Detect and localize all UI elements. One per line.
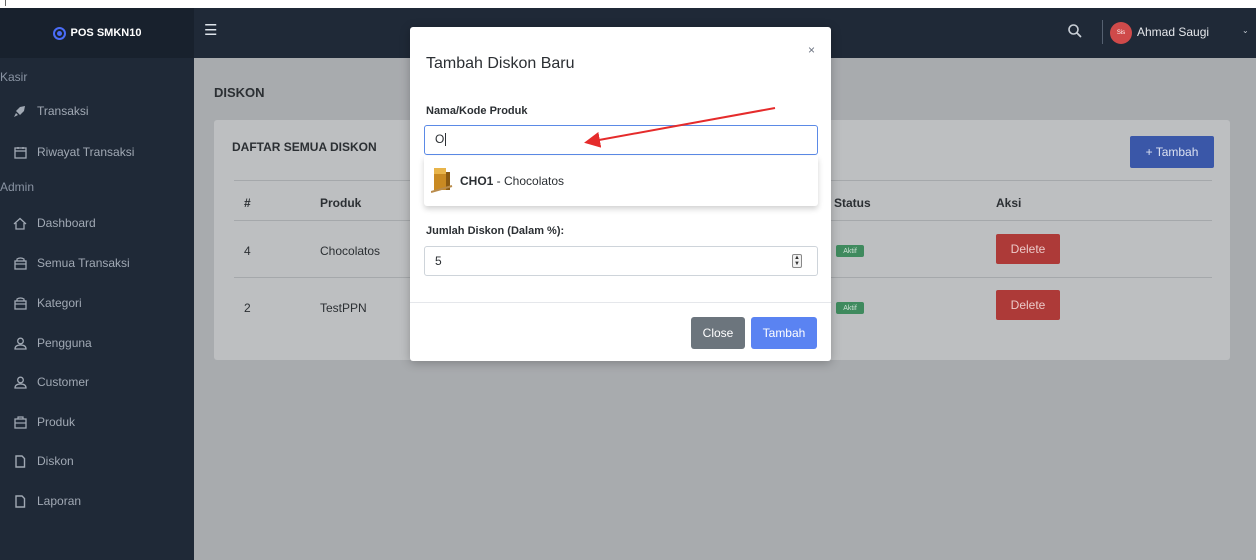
sidebar-item-label: Kategori: [37, 296, 82, 310]
product-search-input[interactable]: O: [424, 125, 818, 155]
modal-footer-divider: [410, 302, 831, 303]
sidebar-item-label: Riwayat Transaksi: [37, 145, 135, 159]
product-thumbnail-icon: [431, 168, 453, 193]
sidebar-item-riwayat-transaksi[interactable]: Riwayat Transaksi: [11, 143, 134, 161]
brand-name: POS SMKN10: [70, 27, 142, 39]
delete-button[interactable]: Delete: [996, 234, 1060, 264]
rocket-icon: [11, 104, 29, 118]
product-search-value: O: [435, 132, 445, 146]
search-icon[interactable]: [1066, 22, 1084, 40]
document-icon: [11, 494, 29, 508]
option-name: Chocolatos: [504, 174, 565, 188]
text-caret: [445, 133, 447, 147]
sidebar-item-label: Laporan: [37, 494, 82, 508]
submit-button[interactable]: Tambah: [751, 317, 817, 349]
sidebar-item-diskon[interactable]: Diskon: [11, 452, 74, 470]
sidebar-item-laporan[interactable]: Laporan: [11, 492, 81, 510]
card-title: DAFTAR SEMUA DISKON: [232, 140, 377, 154]
product-field-label: Nama/Kode Produk: [426, 105, 528, 117]
column-header-number: #: [244, 196, 251, 210]
row-produk: Chocolatos: [320, 244, 381, 258]
sidebar: Kasir Transaksi Riwayat Transaksi Admin …: [0, 58, 194, 560]
sidebar-item-label: Produk: [37, 415, 76, 429]
topbar-divider: [1102, 20, 1103, 44]
box-icon: [11, 415, 29, 429]
sidebar-item-transaksi[interactable]: Transaksi: [11, 102, 89, 120]
sidebar-item-dashboard[interactable]: Dashboard: [11, 214, 96, 232]
add-discount-button[interactable]: + Tambah: [1130, 136, 1214, 168]
sidebar-section-kasir: Kasir: [0, 70, 28, 84]
username[interactable]: Ahmad Saugi: [1137, 25, 1209, 39]
status-badge: Aktif: [836, 302, 864, 314]
sidebar-item-produk[interactable]: Produk: [11, 413, 75, 431]
sidebar-item-label: Transaksi: [37, 104, 89, 118]
autocomplete-option[interactable]: CHO1 - Chocolatos: [460, 174, 564, 188]
status-badge: Aktif: [836, 245, 864, 257]
column-header-status: Status: [834, 196, 871, 210]
avatar[interactable]: Sis: [1110, 22, 1132, 44]
home-icon: [11, 216, 29, 230]
sidebar-item-customer[interactable]: Customer: [11, 373, 89, 391]
user-icon: [11, 336, 29, 350]
option-code: CHO1: [460, 174, 494, 188]
sidebar-item-label: Semua Transaksi: [37, 256, 130, 270]
brand-logo-icon: [52, 26, 66, 40]
document-icon: [11, 454, 29, 468]
sidebar-item-label: Diskon: [37, 454, 74, 468]
sidebar-item-label: Pengguna: [37, 336, 92, 350]
cursor-tick: [5, 0, 6, 6]
autocomplete-dropdown: CHO1 - Chocolatos: [424, 156, 818, 206]
row-number: 4: [244, 244, 251, 258]
close-button[interactable]: Close: [691, 317, 745, 349]
sidebar-item-pengguna[interactable]: Pengguna: [11, 334, 92, 352]
row-produk: TestPPN: [320, 301, 367, 315]
option-separator: -: [493, 174, 505, 188]
column-header-aksi: Aksi: [996, 196, 1022, 210]
sidebar-section-admin: Admin: [0, 180, 35, 194]
cart-icon: [11, 256, 29, 270]
sidebar-item-label: Customer: [37, 375, 90, 389]
cart-icon: [11, 296, 29, 310]
discount-field-label: Jumlah Diskon (Dalam %):: [426, 225, 565, 237]
sidebar-item-kategori[interactable]: Kategori: [11, 294, 82, 312]
delete-button[interactable]: Delete: [996, 290, 1060, 320]
column-header-produk: Produk: [320, 196, 362, 210]
row-number: 2: [244, 301, 251, 315]
calendar-icon: [11, 145, 29, 159]
discount-percent-input[interactable]: 5: [424, 246, 818, 276]
sidebar-item-label: Dashboard: [37, 216, 96, 230]
brand[interactable]: POS SMKN10: [0, 8, 194, 58]
stepper-arrows-icon[interactable]: ▲ ▼: [792, 254, 802, 268]
modal-title: Tambah Diskon Baru: [426, 55, 575, 72]
hamburger-menu-icon[interactable]: ☰: [204, 23, 217, 38]
close-icon[interactable]: ×: [808, 43, 815, 57]
sidebar-item-semua-transaksi[interactable]: Semua Transaksi: [11, 254, 130, 272]
chevron-down-icon[interactable]: ⌄: [1242, 26, 1249, 35]
user-icon: [11, 375, 29, 389]
add-discount-modal: Tambah Diskon Baru × Nama/Kode Produk O …: [410, 27, 831, 361]
top-strip: [0, 0, 1256, 8]
page-title: DISKON: [214, 85, 265, 100]
